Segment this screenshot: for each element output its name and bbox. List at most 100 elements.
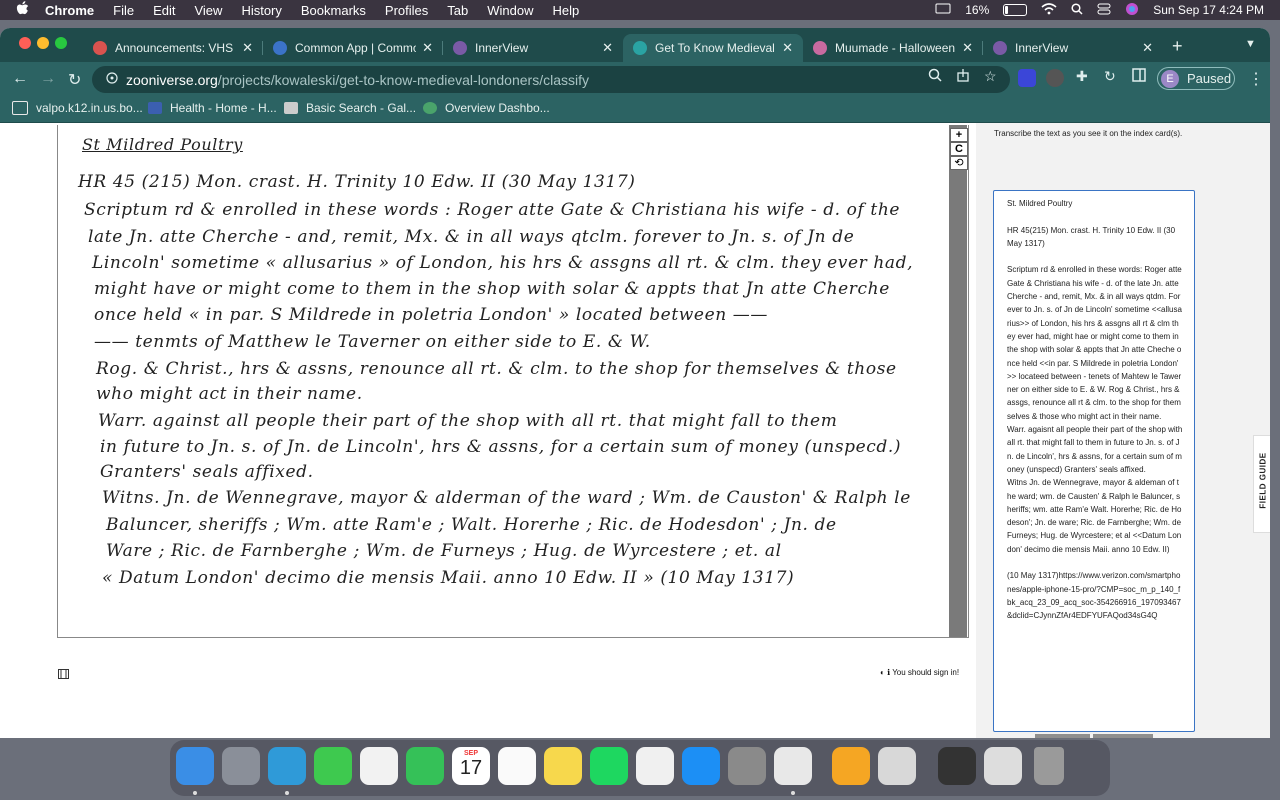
viewer-controls-strip <box>949 125 967 637</box>
bookmark-star-icon[interactable]: ☆ <box>984 68 997 85</box>
dock-finder-icon[interactable] <box>176 747 214 785</box>
transcription-textarea[interactable]: St. Mildred Poultry HR 45(215) Mon. cras… <box>993 190 1195 732</box>
zoom-in-button[interactable]: + <box>950 128 968 142</box>
menu-datetime[interactable]: Sun Sep 17 4:24 PM <box>1153 3 1264 17</box>
menu-view[interactable]: View <box>194 3 222 18</box>
reset-view-button[interactable]: ⟲ <box>950 156 968 170</box>
insertion-button[interactable]: insertion <box>1093 734 1153 738</box>
bookmark-item-health[interactable]: Health - Home - H... <box>148 101 277 115</box>
field-guide-tab[interactable]: FIELD GUIDE <box>1253 435 1270 533</box>
dock-messages-icon[interactable] <box>314 747 352 785</box>
tab-muumade[interactable]: Muumade - Halloween D ✕ <box>803 34 983 62</box>
dock-chrome-icon[interactable] <box>774 747 812 785</box>
filmstrip-icon[interactable] <box>58 669 69 682</box>
unclear-button[interactable]: unclear <box>1035 734 1090 738</box>
tab-innerview-2[interactable]: InnerView ✕ <box>983 34 1163 62</box>
dock-reminders-icon[interactable] <box>498 747 536 785</box>
forward-arrow-icon[interactable]: → <box>40 70 56 88</box>
extensions-puzzle-icon[interactable]: ✚ <box>1076 68 1088 85</box>
extension-c-icon[interactable] <box>1018 69 1036 87</box>
menu-tab[interactable]: Tab <box>447 3 468 18</box>
bookmark-label: Health - Home - H... <box>170 101 277 115</box>
dock-spotify-icon[interactable] <box>590 747 628 785</box>
menu-bookmarks[interactable]: Bookmarks <box>301 3 366 18</box>
dock-preview-icon[interactable] <box>878 747 916 785</box>
menu-help[interactable]: Help <box>553 3 580 18</box>
side-panel-icon[interactable] <box>1132 68 1146 85</box>
menu-history[interactable]: History <box>241 3 281 18</box>
info-icon[interactable]: ℹ <box>887 668 890 677</box>
zoom-window-button[interactable] <box>55 37 67 49</box>
menu-app-name[interactable]: Chrome <box>45 3 94 18</box>
tab-announcements[interactable]: Announcements: VHS N ✕ <box>83 34 263 62</box>
share-icon[interactable] <box>956 68 970 85</box>
minimize-window-button[interactable] <box>37 37 49 49</box>
contrast-icon[interactable]: ◐ <box>880 668 885 677</box>
bookmark-item-basic-search[interactable]: Basic Search - Gal... <box>284 101 416 115</box>
siri-icon[interactable] <box>1125 2 1139 19</box>
calendar-day: 17 <box>459 757 483 779</box>
menu-window[interactable]: Window <box>487 3 533 18</box>
address-bar[interactable]: zooniverse.org/projects/kowaleski/get-to… <box>92 66 1010 93</box>
profile-paused-button[interactable]: E Paused <box>1157 67 1235 90</box>
tab-get-to-know-medieval[interactable]: Get To Know Medieval L ✕ <box>623 34 803 62</box>
card-line: who might act in their name. <box>96 384 363 404</box>
battery-percent: 16% <box>965 3 990 17</box>
dock-calendar-icon[interactable]: SEP 17 <box>452 747 490 785</box>
tab-search-chevron-down-icon[interactable]: ▼ <box>1245 38 1256 50</box>
card-line: Witns. Jn. de Wennegrave, mayor & alderm… <box>102 488 911 508</box>
profile-status: Paused <box>1187 71 1232 86</box>
menu-file[interactable]: File <box>113 3 134 18</box>
menu-edit[interactable]: Edit <box>153 3 175 18</box>
card-line: HR 45 (215) Mon. crast. H. Trinity 10 Ed… <box>78 172 636 192</box>
dock-launchpad-icon[interactable] <box>222 747 260 785</box>
battery-icon[interactable] <box>1003 4 1028 16</box>
dock-facetime-icon[interactable] <box>406 747 444 785</box>
site-info-icon[interactable] <box>106 72 118 87</box>
card-line: late Jn. atte Cherche - and, remit, Mx. … <box>88 227 855 247</box>
dock-home-icon[interactable] <box>832 747 870 785</box>
reload-icon[interactable]: ↻ <box>68 70 81 90</box>
extension-grey-icon[interactable] <box>1046 69 1064 87</box>
performance-icon[interactable]: ↻ <box>1104 68 1116 85</box>
dock-safari-icon[interactable] <box>268 747 306 785</box>
tab-title: Muumade - Halloween D <box>835 41 957 55</box>
close-tab-icon[interactable]: ✕ <box>962 40 973 56</box>
close-tab-icon[interactable]: ✕ <box>242 40 253 56</box>
menu-profiles[interactable]: Profiles <box>385 3 428 18</box>
screen-mirroring-icon[interactable] <box>935 3 951 18</box>
apple-menu-icon[interactable] <box>16 1 29 19</box>
close-tab-icon[interactable]: ✕ <box>602 40 613 56</box>
chrome-menu-kebab-icon[interactable]: ⋮ <box>1248 69 1264 89</box>
dock-news-icon[interactable] <box>636 747 674 785</box>
task-instruction: Transcribe the text as you see it on the… <box>994 129 1183 138</box>
tab-title: Announcements: VHS N <box>115 41 237 55</box>
zoom-magnifier-icon[interactable] <box>928 68 942 85</box>
close-tab-icon[interactable]: ✕ <box>422 40 433 56</box>
dock-app-store-icon[interactable] <box>682 747 720 785</box>
spotlight-search-icon[interactable] <box>1071 2 1083 18</box>
control-center-icon[interactable] <box>1097 3 1111 18</box>
rotate-button[interactable]: C <box>950 142 968 156</box>
url-path: /projects/kowaleski/get-to-know-medieval… <box>217 71 589 88</box>
dock-photos-icon[interactable] <box>360 747 398 785</box>
dock-system-settings-icon[interactable] <box>728 747 766 785</box>
close-window-button[interactable] <box>19 37 31 49</box>
close-tab-icon[interactable]: ✕ <box>1142 40 1153 56</box>
bookmark-item-valpo[interactable]: valpo.k12.in.us.bo... <box>12 101 143 115</box>
tab-favicon-icon <box>993 41 1007 55</box>
dock-recent-window-1-icon[interactable] <box>938 747 976 785</box>
new-tab-plus-icon[interactable]: + <box>1172 36 1183 57</box>
back-arrow-icon[interactable]: ← <box>12 70 28 88</box>
dock-recent-window-2-icon[interactable] <box>984 747 1022 785</box>
dock-notes-icon[interactable] <box>544 747 582 785</box>
wifi-icon[interactable] <box>1041 2 1057 18</box>
tab-common-app[interactable]: Common App | Commor ✕ <box>263 34 443 62</box>
tab-innerview[interactable]: InnerView ✕ <box>443 34 623 62</box>
close-tab-icon[interactable]: ✕ <box>782 40 793 56</box>
sign-in-notice[interactable]: ◐ ℹ You should sign in! <box>880 668 959 677</box>
dock-trash-icon[interactable] <box>1034 747 1064 785</box>
index-card-image: St Mildred Poultry HR 45 (215) Mon. cras… <box>58 125 948 635</box>
bookmark-item-overview[interactable]: Overview Dashbo... <box>423 101 550 115</box>
chrome-window: Announcements: VHS N ✕ Common App | Comm… <box>0 28 1270 738</box>
